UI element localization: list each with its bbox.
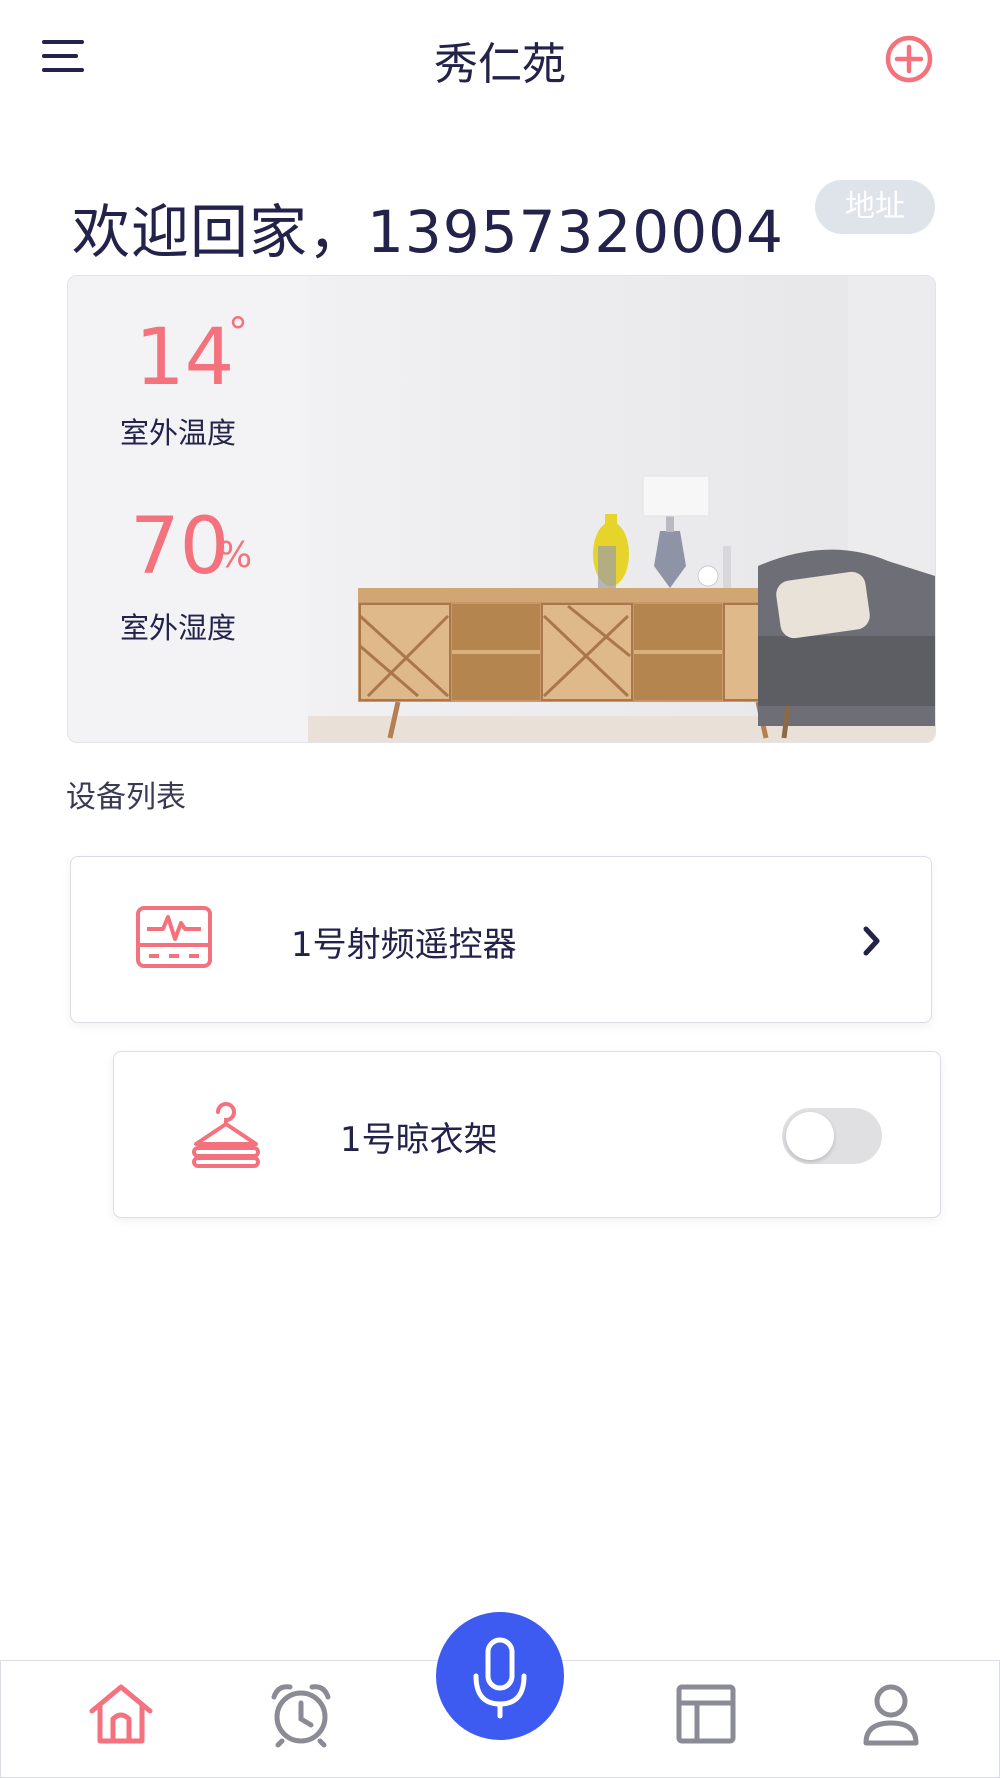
voice-button[interactable]: [436, 1612, 564, 1740]
outdoor-humidity-value: 70: [130, 502, 230, 592]
outdoor-humidity-label: 室外湿度: [120, 611, 237, 645]
welcome-text: 欢迎回家，13957320004: [72, 198, 784, 266]
outdoor-temperature-value: 14: [135, 313, 235, 403]
outdoor-temperature-label: 室外温度: [120, 416, 237, 450]
chevron-right-icon: [863, 926, 880, 956]
nav-alarm[interactable]: [266, 1679, 336, 1749]
add-button[interactable]: [884, 34, 934, 84]
address-button[interactable]: 地址: [815, 180, 935, 234]
clothes-hanger-icon: [192, 1102, 260, 1168]
user-icon: [863, 1684, 919, 1746]
device-list-title: 设备列表: [66, 780, 186, 815]
alarm-clock-icon: [271, 1684, 331, 1748]
nav-profile[interactable]: [856, 1679, 926, 1749]
home-icon: [89, 1684, 153, 1744]
device-card-rf-remote[interactable]: 1号射频遥控器: [70, 856, 932, 1023]
temperature-unit: °: [228, 310, 248, 356]
power-toggle[interactable]: [782, 1108, 882, 1164]
page-title: 秀仁苑: [434, 39, 566, 90]
nav-layout[interactable]: [671, 1679, 741, 1749]
humidity-unit: %: [218, 535, 253, 576]
device-name: 1号晾衣架: [340, 1120, 498, 1160]
microphone-icon: [473, 1637, 527, 1719]
device-card-clothes-hanger[interactable]: 1号晾衣架: [113, 1051, 941, 1218]
toggle-knob: [786, 1112, 834, 1160]
rf-remote-icon: [136, 906, 212, 968]
add-circle-icon: [885, 35, 933, 83]
nav-home[interactable]: [86, 1679, 156, 1749]
layout-icon: [676, 1684, 736, 1744]
device-name: 1号射频遥控器: [291, 925, 517, 965]
